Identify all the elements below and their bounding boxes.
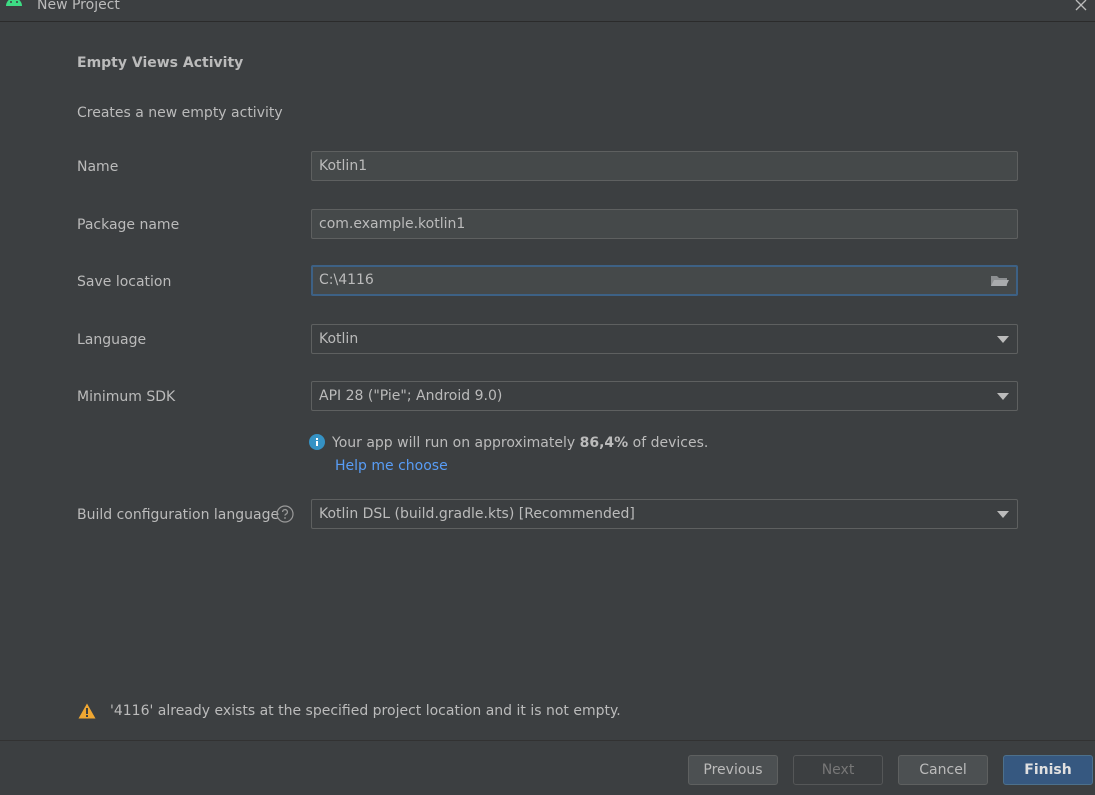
warning-icon <box>78 703 96 719</box>
close-icon[interactable] <box>1071 0 1091 15</box>
page-title: Empty Views Activity <box>77 55 244 71</box>
minimum-sdk-dropdown[interactable]: API 28 ("Pie"; Android 9.0) <box>311 381 1018 411</box>
folder-icon[interactable] <box>990 273 1010 289</box>
build-config-value: Kotlin DSL (build.gradle.kts) [Recommend… <box>319 506 635 522</box>
minimum-sdk-value: API 28 ("Pie"; Android 9.0) <box>319 388 503 404</box>
help-icon[interactable] <box>276 505 294 523</box>
dropdown-arrow-icon <box>997 393 1009 400</box>
finish-button[interactable]: Finish <box>1003 755 1093 785</box>
next-button[interactable]: Next <box>793 755 883 785</box>
minimum-sdk-label: Minimum SDK <box>77 389 176 405</box>
save-location-label: Save location <box>77 274 172 290</box>
name-field[interactable]: Kotlin1 <box>311 151 1018 181</box>
language-value: Kotlin <box>319 331 359 347</box>
dropdown-arrow-icon <box>997 336 1009 343</box>
save-location-field[interactable]: C:\4116 <box>311 265 1018 296</box>
window-title: New Project <box>37 0 120 13</box>
previous-button[interactable]: Previous <box>688 755 778 785</box>
build-config-label: Build configuration language <box>77 507 280 523</box>
name-label: Name <box>77 159 119 175</box>
warning-message: '4116' already exists at the specified p… <box>110 703 621 719</box>
dropdown-arrow-icon <box>997 511 1009 518</box>
android-icon <box>6 0 22 6</box>
build-config-dropdown[interactable]: Kotlin DSL (build.gradle.kts) [Recommend… <box>311 499 1018 529</box>
name-value: Kotlin1 <box>319 158 368 174</box>
footer-divider <box>0 740 1095 741</box>
device-coverage-percent: 86,4% <box>579 435 629 451</box>
page-description: Creates a new empty activity <box>77 105 283 121</box>
language-label: Language <box>77 332 147 348</box>
package-name-value: com.example.kotlin1 <box>319 216 466 232</box>
info-icon <box>309 434 325 450</box>
package-name-label: Package name <box>77 217 180 233</box>
cancel-button[interactable]: Cancel <box>898 755 988 785</box>
save-location-value: C:\4116 <box>319 272 374 288</box>
title-bar: New Project <box>0 0 1095 22</box>
package-name-field[interactable]: com.example.kotlin1 <box>311 209 1018 239</box>
language-dropdown[interactable]: Kotlin <box>311 324 1018 354</box>
device-coverage-text: Your app will run on approximately 86,4%… <box>332 435 709 451</box>
help-me-choose-link[interactable]: Help me choose <box>335 457 448 475</box>
